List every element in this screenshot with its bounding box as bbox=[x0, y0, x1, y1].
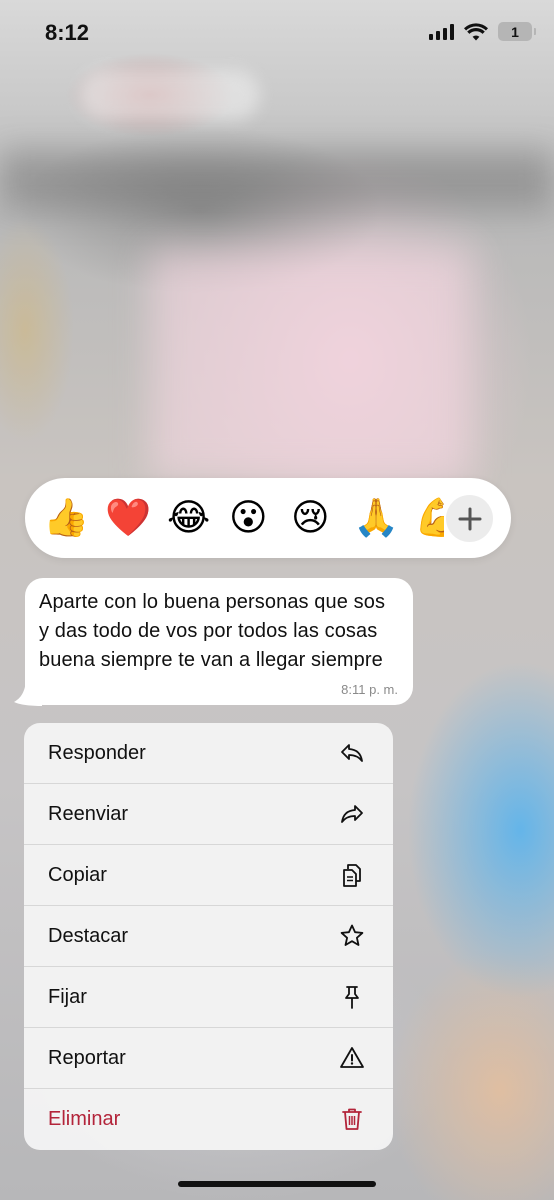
battery-level: 1 bbox=[511, 23, 519, 40]
reaction-heart[interactable]: ❤️ bbox=[105, 496, 151, 540]
reaction-crying[interactable]: 😢 bbox=[291, 496, 330, 540]
cellular-signal-icon bbox=[429, 23, 454, 40]
reaction-flexed-bicep[interactable]: 💪 bbox=[414, 496, 444, 540]
trash-icon bbox=[342, 1108, 362, 1130]
pin-icon bbox=[345, 986, 359, 1009]
menu-item-delete[interactable]: Eliminar bbox=[24, 1088, 393, 1149]
status-icons: 1 bbox=[429, 22, 536, 41]
warning-icon bbox=[340, 1047, 364, 1068]
menu-item-forward[interactable]: Reenviar bbox=[24, 783, 393, 844]
plus-icon bbox=[458, 507, 481, 530]
reply-icon bbox=[341, 744, 363, 762]
status-time: 8:12 bbox=[45, 20, 90, 45]
menu-item-label: Reportar bbox=[48, 1046, 126, 1069]
menu-item-star[interactable]: Destacar bbox=[24, 905, 393, 966]
menu-item-copy[interactable]: Copiar bbox=[24, 844, 393, 905]
reaction-thumbs-up[interactable]: 👍 bbox=[43, 496, 89, 540]
star-icon bbox=[340, 924, 364, 946]
home-indicator[interactable] bbox=[178, 1181, 376, 1187]
message-context-menu: Responder Reenviar Copiar Destacar Fijar… bbox=[24, 723, 393, 1150]
message-timestamp: 8:11 p. m. bbox=[341, 682, 398, 697]
menu-item-label: Responder bbox=[48, 741, 146, 764]
menu-item-pin[interactable]: Fijar bbox=[24, 966, 393, 1027]
forward-icon bbox=[341, 805, 363, 823]
copy-icon bbox=[343, 864, 361, 887]
menu-item-label: Copiar bbox=[48, 863, 107, 886]
reaction-surprised[interactable]: 😮 bbox=[229, 496, 268, 540]
menu-item-label: Destacar bbox=[48, 924, 129, 947]
menu-item-report[interactable]: Reportar bbox=[24, 1027, 393, 1088]
menu-item-label: Eliminar bbox=[48, 1107, 121, 1130]
status-bar: 8:12 1 bbox=[0, 0, 554, 68]
reaction-bar: 👍 ❤️ 😂 😮 😢 🙏 💪 bbox=[25, 478, 511, 558]
menu-item-label: Fijar bbox=[48, 985, 87, 1008]
message-bubble[interactable]: Aparte con lo buena personas que sos y d… bbox=[25, 578, 413, 705]
menu-item-label: Reenviar bbox=[48, 802, 129, 825]
menu-item-reply[interactable]: Responder bbox=[24, 723, 393, 783]
message-text: Aparte con lo buena personas que sos y d… bbox=[39, 591, 386, 671]
battery-icon: 1 bbox=[498, 22, 536, 41]
more-reactions-button[interactable] bbox=[446, 495, 493, 542]
reaction-laughing[interactable]: 😂 bbox=[167, 496, 210, 540]
reaction-praying[interactable]: 🙏 bbox=[353, 496, 399, 540]
wifi-icon bbox=[464, 22, 488, 40]
